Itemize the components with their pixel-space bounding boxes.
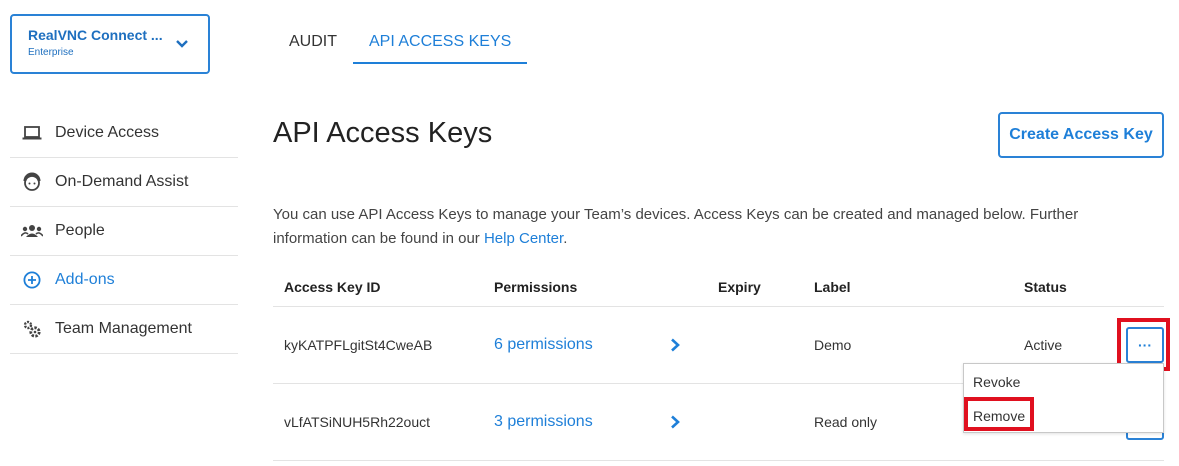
description-text: You can use API Access Keys to manage yo…	[273, 206, 1079, 247]
label-value: Read only	[814, 414, 878, 430]
column-header-label: Label	[814, 279, 851, 295]
team-selector[interactable]: RealVNC Connect ... Enterprise	[10, 14, 210, 74]
description-end: .	[563, 230, 568, 247]
row-actions-menu: Revoke Remove	[963, 363, 1164, 433]
laptop-icon	[21, 122, 43, 144]
help-center-link[interactable]: Help Center	[484, 230, 563, 247]
chevron-right-icon[interactable]	[669, 415, 681, 429]
more-options-button[interactable]: ···	[1126, 327, 1164, 363]
plus-circle-icon	[21, 269, 43, 291]
status-value: Active	[1024, 337, 1063, 353]
sidebar: Device Access On-Demand Assist People Ad…	[10, 109, 238, 354]
sidebar-item-add-ons[interactable]: Add-ons	[10, 256, 238, 305]
permissions-link[interactable]: 6 permissions	[494, 336, 593, 354]
column-header-access-key-id: Access Key ID	[284, 279, 381, 295]
menu-item-revoke[interactable]: Revoke	[973, 374, 1020, 390]
sidebar-item-label: Team Management	[55, 320, 192, 337]
table-header: Access Key ID Permissions Expiry Label S…	[273, 266, 1164, 307]
support-agent-icon	[21, 171, 43, 193]
sidebar-item-device-access[interactable]: Device Access	[10, 109, 238, 158]
sidebar-item-on-demand-assist[interactable]: On-Demand Assist	[10, 158, 238, 207]
access-key-id: kyKATPFLgitSt4CweAB	[284, 337, 433, 353]
team-plan: Enterprise	[28, 47, 74, 58]
sidebar-item-label: Device Access	[55, 124, 160, 141]
sidebar-item-label: People	[55, 222, 105, 239]
tab-api-access-keys[interactable]: API ACCESS KEYS	[353, 18, 528, 64]
create-access-key-button[interactable]: Create Access Key	[998, 112, 1164, 158]
page-description: You can use API Access Keys to manage yo…	[273, 203, 1153, 251]
sidebar-item-people[interactable]: People	[10, 207, 238, 256]
sidebar-item-team-management[interactable]: Team Management	[10, 305, 238, 354]
tab-audit[interactable]: AUDIT	[274, 18, 353, 64]
label-value: Demo	[814, 337, 852, 353]
page-title: API Access Keys	[273, 117, 493, 149]
column-header-status: Status	[1024, 279, 1067, 295]
people-icon	[21, 220, 43, 242]
sidebar-item-label: Add-ons	[55, 271, 115, 288]
menu-item-remove[interactable]: Remove	[973, 408, 1025, 424]
access-key-id: vLfATSiNUH5Rh22ouct	[284, 414, 431, 430]
chevron-down-icon	[176, 40, 188, 48]
gears-icon	[21, 318, 43, 340]
permissions-link[interactable]: 3 permissions	[494, 413, 593, 431]
chevron-right-icon[interactable]	[669, 338, 681, 352]
column-header-permissions: Permissions	[494, 279, 578, 295]
column-header-expiry: Expiry	[718, 279, 761, 295]
sidebar-item-label: On-Demand Assist	[55, 173, 189, 190]
tab-bar: AUDIT API ACCESS KEYS	[274, 18, 528, 64]
